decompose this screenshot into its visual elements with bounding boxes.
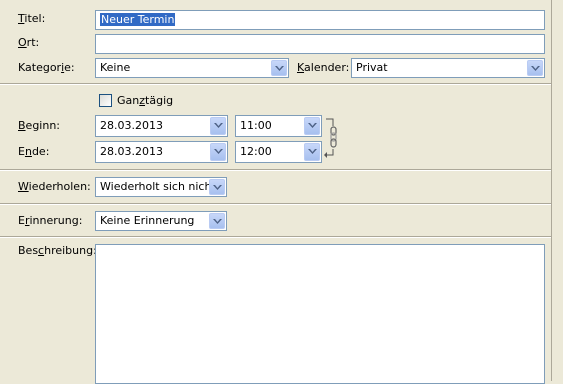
start-time-select[interactable]: 11:00: [235, 115, 322, 137]
reminder-dropdown-button[interactable]: [209, 213, 225, 229]
repeat-select[interactable]: Wiederholt sich nicht: [95, 177, 227, 197]
start-time-value: 11:00: [240, 119, 272, 132]
allday-checkbox[interactable]: [99, 94, 112, 107]
start-date-select[interactable]: 28.03.2013: [95, 115, 228, 137]
chevron-down-icon: [214, 149, 223, 154]
start-date-dropdown-button[interactable]: [210, 117, 226, 135]
separator: [0, 203, 551, 205]
end-date-value: 28.03.2013: [100, 145, 163, 158]
separator: [0, 83, 551, 85]
repeat-label: Wiederholen:: [18, 180, 91, 193]
description-label: Beschreibung:: [18, 244, 97, 257]
separator: [0, 169, 551, 171]
chevron-down-icon: [308, 149, 317, 154]
start-time-dropdown-button[interactable]: [304, 117, 320, 135]
start-label: Beginn:: [18, 119, 61, 132]
repeat-dropdown-button[interactable]: [209, 179, 225, 195]
location-input[interactable]: [95, 34, 545, 54]
window-edge: [551, 0, 563, 381]
chevron-down-icon: [213, 185, 222, 190]
end-time-value: 12:00: [240, 145, 272, 158]
location-label: Ort:: [18, 36, 40, 49]
repeat-select-value: Wiederholt sich nicht: [100, 180, 216, 193]
title-input-selected-text: Neuer Termin: [100, 13, 176, 26]
end-date-select[interactable]: 28.03.2013: [95, 141, 228, 163]
reminder-select[interactable]: Keine Erinnerung: [95, 211, 227, 231]
calendar-select-value: Privat: [356, 61, 388, 74]
chevron-down-icon: [531, 66, 540, 71]
end-date-dropdown-button[interactable]: [210, 143, 226, 161]
end-label: Ende:: [18, 145, 50, 158]
description-textarea[interactable]: [95, 244, 545, 384]
category-label: Kategorie:: [18, 61, 75, 74]
end-time-select[interactable]: 12:00: [235, 141, 322, 163]
chevron-down-icon: [275, 66, 284, 71]
end-time-dropdown-button[interactable]: [304, 143, 320, 161]
category-dropdown-button[interactable]: [271, 60, 287, 76]
calendar-label: Kalender:: [297, 61, 350, 74]
chevron-down-icon: [213, 219, 222, 224]
separator: [0, 236, 551, 238]
title-label: Titel:: [18, 12, 46, 25]
allday-label: Ganztägig: [117, 94, 174, 107]
category-select[interactable]: Keine: [95, 58, 289, 78]
calendar-select[interactable]: Privat: [351, 58, 545, 78]
reminder-select-value: Keine Erinnerung: [100, 214, 195, 227]
chevron-down-icon: [214, 123, 223, 128]
calendar-dropdown-button[interactable]: [527, 60, 543, 76]
chain-link-icon[interactable]: [324, 117, 340, 159]
title-input[interactable]: Neuer Termin: [95, 10, 545, 30]
category-select-value: Keine: [100, 61, 131, 74]
reminder-label: Erinnerung:: [18, 214, 83, 227]
chevron-down-icon: [308, 123, 317, 128]
start-date-value: 28.03.2013: [100, 119, 163, 132]
